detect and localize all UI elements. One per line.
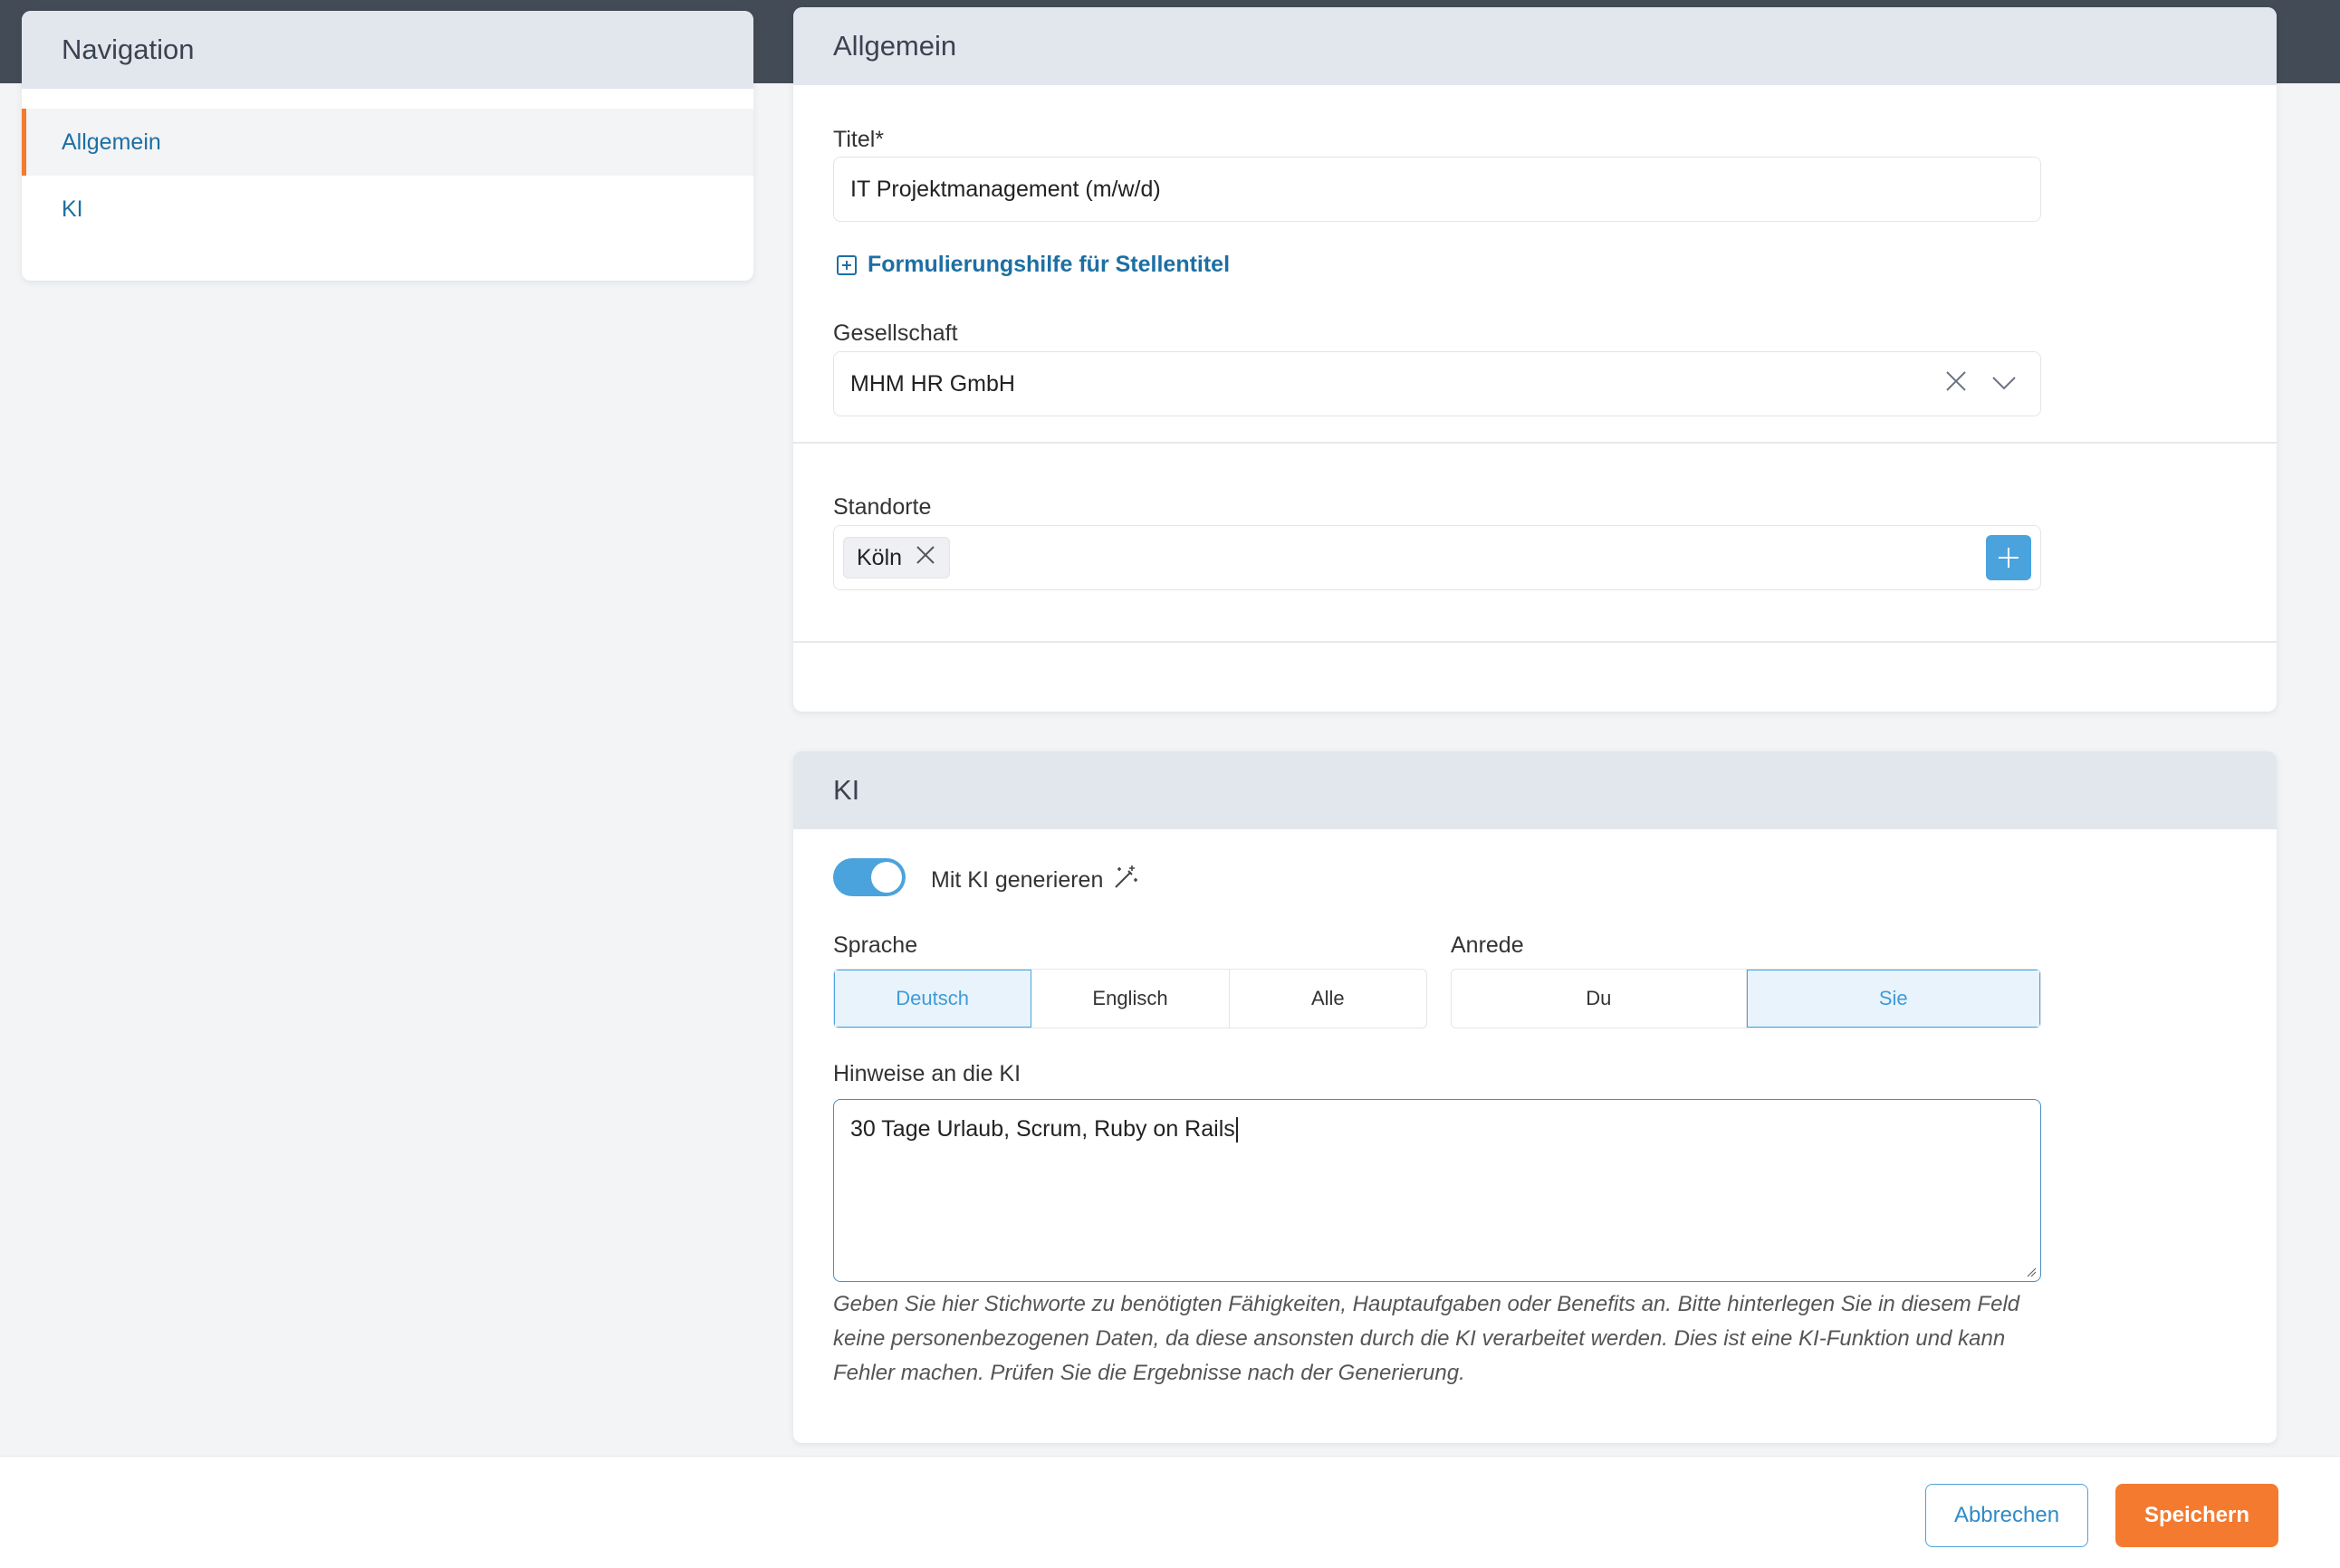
section-divider — [793, 641, 2277, 643]
location-chip: Köln — [843, 537, 951, 578]
text-caret — [1235, 1117, 1238, 1143]
salutation-segmented-control: Du Sie — [1451, 969, 2041, 1028]
locations-field-label: Standorte — [833, 494, 932, 520]
title-input-value: IT Projektmanagement (m/w/d) — [850, 176, 1161, 202]
title-help-link-label: Formulierungshilfe für Stellentitel — [868, 252, 1231, 277]
company-field-label: Gesellschaft — [833, 320, 958, 346]
navigation-card: Navigation Allgemein KI — [22, 11, 753, 281]
navigation-list: Allgemein KI — [22, 89, 753, 243]
general-card: Allgemein Titel* IT Projektmanagement (m… — [793, 7, 2277, 712]
nav-item-allgemein[interactable]: Allgemein — [22, 109, 753, 176]
chevron-down-icon[interactable] — [1991, 371, 2017, 397]
company-select-value: MHM HR GmbH — [850, 370, 1015, 397]
ki-card: KI Mit KI generieren Sprache Deutsch Eng… — [793, 751, 2277, 1443]
clear-icon[interactable] — [1944, 369, 1968, 399]
resize-grip-icon[interactable] — [2026, 1267, 2037, 1277]
ki-card-title: KI — [793, 751, 2277, 829]
magic-wand-icon — [1112, 864, 1139, 897]
plus-icon — [1999, 548, 2019, 568]
language-option-alle[interactable]: Alle — [1230, 970, 1426, 1028]
footer-bar: Abbrechen Speichern — [0, 1456, 2340, 1568]
toggle-knob — [871, 862, 902, 893]
ki-generate-label: Mit KI generieren — [931, 864, 1139, 897]
title-field-label: Titel* — [833, 127, 885, 152]
ki-generate-label-text: Mit KI generieren — [931, 867, 1104, 893]
navigation-title: Navigation — [22, 11, 753, 89]
notes-textarea-value: 30 Tage Urlaub, Scrum, Ruby on Rails — [850, 1116, 1235, 1142]
nav-item-ki[interactable]: KI — [22, 176, 753, 243]
title-help-link[interactable]: Formulierungshilfe für Stellentitel — [837, 252, 1230, 278]
cancel-button[interactable]: Abbrechen — [1925, 1484, 2088, 1547]
notes-label: Hinweise an die KI — [833, 1061, 1021, 1086]
salutation-option-sie[interactable]: Sie — [1746, 970, 2040, 1028]
salutation-label: Anrede — [1451, 932, 1524, 958]
salutation-option-du[interactable]: Du — [1452, 970, 1747, 1028]
language-option-englisch[interactable]: Englisch — [1031, 970, 1230, 1028]
remove-chip-icon[interactable] — [915, 544, 936, 572]
locations-input[interactable]: Köln — [833, 525, 2041, 590]
save-button[interactable]: Speichern — [2115, 1484, 2278, 1547]
title-input[interactable]: IT Projektmanagement (m/w/d) — [833, 157, 2041, 222]
expand-plus-icon — [837, 254, 857, 275]
section-divider — [793, 442, 2277, 444]
add-location-button[interactable] — [1986, 535, 2031, 580]
language-option-deutsch[interactable]: Deutsch — [834, 970, 1032, 1028]
location-chip-label: Köln — [857, 544, 903, 570]
language-segmented-control: Deutsch Englisch Alle — [833, 969, 1427, 1028]
notes-hint: Geben Sie hier Stichworte zu benötigten … — [833, 1292, 2020, 1385]
general-card-title: Allgemein — [793, 7, 2277, 85]
company-select[interactable]: MHM HR GmbH — [833, 351, 2041, 416]
ki-generate-toggle[interactable] — [833, 858, 906, 896]
notes-textarea[interactable]: 30 Tage Urlaub, Scrum, Ruby on Rails — [833, 1099, 2041, 1282]
language-label: Sprache — [833, 932, 918, 958]
